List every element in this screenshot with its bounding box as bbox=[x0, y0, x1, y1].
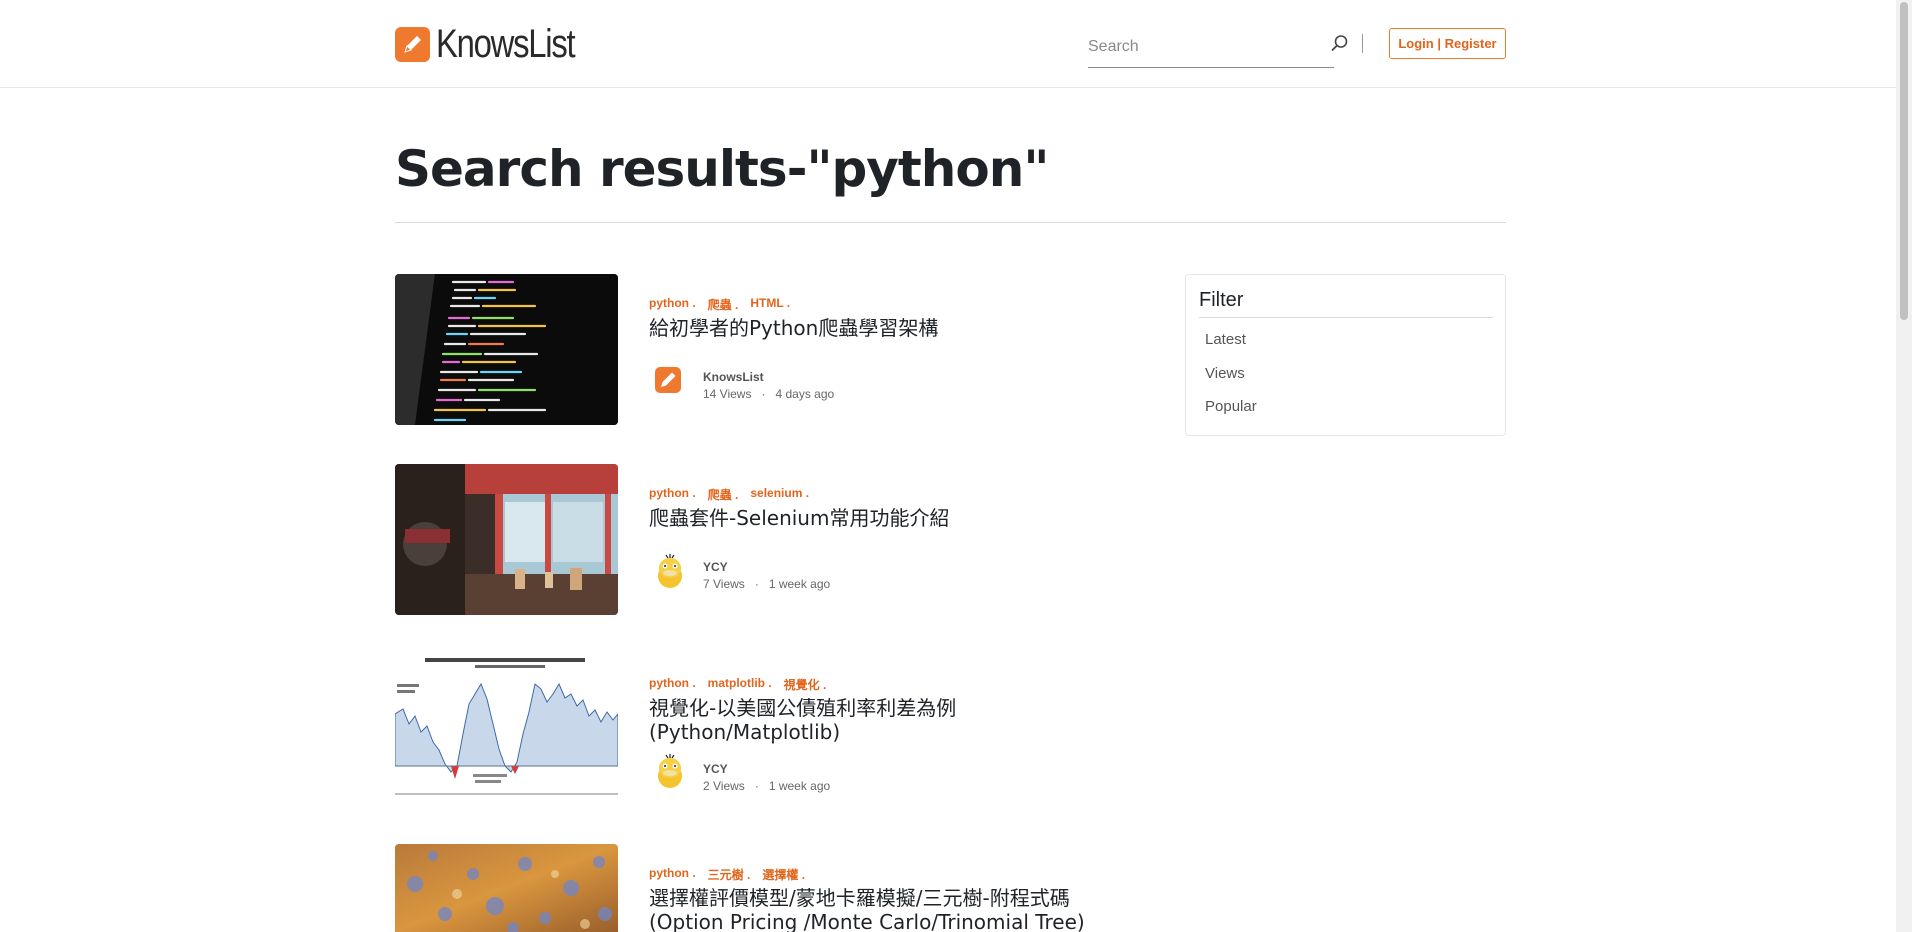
tag-link[interactable]: 爬蟲 bbox=[708, 296, 739, 313]
result-title-link[interactable]: 視覺化-以美國公債殖利率利差為例(Python/Matplotlib) bbox=[649, 696, 969, 744]
site-header: KnowsList Login | Register bbox=[0, 0, 1896, 88]
result-meta: 2 Views · 1 week ago bbox=[703, 779, 830, 793]
result-title-link[interactable]: 爬蟲套件-Selenium常用功能介紹 bbox=[649, 506, 1129, 530]
post-time: 4 days ago bbox=[775, 387, 835, 401]
tag-link[interactable]: selenium bbox=[750, 486, 809, 503]
brand-logo[interactable]: KnowsList bbox=[395, 24, 605, 64]
tag-link[interactable]: 三元樹 bbox=[708, 866, 751, 883]
tag-list: python 爬蟲 selenium bbox=[649, 486, 821, 503]
filter-item-latest[interactable]: Latest bbox=[1205, 331, 1246, 348]
code-screen-image[interactable] bbox=[395, 274, 618, 425]
tag-link[interactable]: 視覺化 bbox=[784, 676, 827, 693]
scrollbar-thumb[interactable] bbox=[1900, 2, 1908, 320]
meta-separator: · bbox=[754, 779, 759, 793]
tag-link[interactable]: python bbox=[649, 296, 696, 313]
meta-separator: · bbox=[761, 387, 766, 401]
result-meta: 7 Views · 1 week ago bbox=[703, 577, 830, 591]
tag-link[interactable]: 爬蟲 bbox=[708, 486, 739, 503]
result-title-link[interactable]: 給初學者的Python爬蟲學習架構 bbox=[649, 316, 1129, 340]
views-count: 7 Views bbox=[703, 577, 745, 591]
search-icon[interactable] bbox=[1331, 34, 1349, 52]
tag-link[interactable]: 選擇權 bbox=[762, 866, 805, 883]
tag-list: python 三元樹 選擇權 bbox=[649, 866, 817, 883]
filter-item-popular[interactable]: Popular bbox=[1205, 398, 1257, 415]
result-item[interactable]: python matplotlib 視覺化 視覺化-以美國公債殖利率利差為例(P… bbox=[395, 654, 1155, 806]
author-name[interactable]: KnowsList bbox=[703, 370, 764, 384]
filter-title: Filter bbox=[1199, 289, 1244, 311]
tag-link[interactable]: python bbox=[649, 676, 696, 693]
brand-name: KnowsList bbox=[436, 22, 576, 66]
author-name[interactable]: YCY bbox=[703, 560, 728, 574]
result-title-link[interactable]: 選擇權評價模型/蒙地卡羅模擬/三元樹-附程式碼(Option Pricing /… bbox=[649, 886, 1089, 932]
tag-link[interactable]: matplotlib bbox=[708, 676, 772, 693]
knowslist-logo-icon[interactable] bbox=[654, 366, 686, 398]
filter-divider bbox=[1199, 317, 1493, 318]
yield-chart-image[interactable] bbox=[395, 654, 618, 805]
meta-separator: · bbox=[754, 577, 759, 591]
tag-list: python matplotlib 視覺化 bbox=[649, 676, 838, 693]
views-count: 2 Views bbox=[703, 779, 745, 793]
tag-link[interactable]: python bbox=[649, 866, 696, 883]
page-scrollbar[interactable] bbox=[1896, 0, 1912, 932]
login-register-button[interactable]: Login | Register bbox=[1389, 28, 1506, 59]
post-time: 1 week ago bbox=[768, 779, 831, 793]
result-item[interactable]: python 爬蟲 HTML 給初學者的Python爬蟲學習架構 KnowsLi… bbox=[395, 274, 1155, 426]
search-box bbox=[1088, 28, 1334, 68]
search-input[interactable] bbox=[1088, 28, 1308, 66]
views-count: 14 Views bbox=[703, 387, 752, 401]
cafe-interior-image[interactable] bbox=[395, 464, 618, 615]
filter-panel: Filter Latest Views Popular bbox=[1185, 274, 1506, 436]
pencil-logo-icon bbox=[395, 26, 430, 62]
result-meta: 14 Views · 4 days ago bbox=[703, 387, 834, 401]
tag-link[interactable]: python bbox=[649, 486, 696, 503]
result-item[interactable]: python 三元樹 選擇權 選擇權評價模型/蒙地卡羅模擬/三元樹-附程式碼(O… bbox=[395, 844, 1155, 932]
tag-link[interactable]: HTML bbox=[750, 296, 790, 313]
result-item[interactable]: python 爬蟲 selenium 爬蟲套件-Selenium常用功能介紹 Y… bbox=[395, 464, 1155, 616]
author-name[interactable]: YCY bbox=[703, 762, 728, 776]
filter-item-views[interactable]: Views bbox=[1205, 365, 1245, 382]
tag-list: python 爬蟲 HTML bbox=[649, 296, 802, 313]
duck-avatar-icon[interactable] bbox=[654, 554, 686, 588]
header-divider bbox=[1362, 34, 1363, 53]
duck-avatar-icon[interactable] bbox=[654, 754, 686, 788]
page-title: Search results-"python" bbox=[395, 140, 1049, 198]
post-time: 1 week ago bbox=[768, 577, 831, 591]
bokeh-lights-image[interactable] bbox=[395, 844, 618, 932]
title-divider bbox=[395, 222, 1506, 223]
